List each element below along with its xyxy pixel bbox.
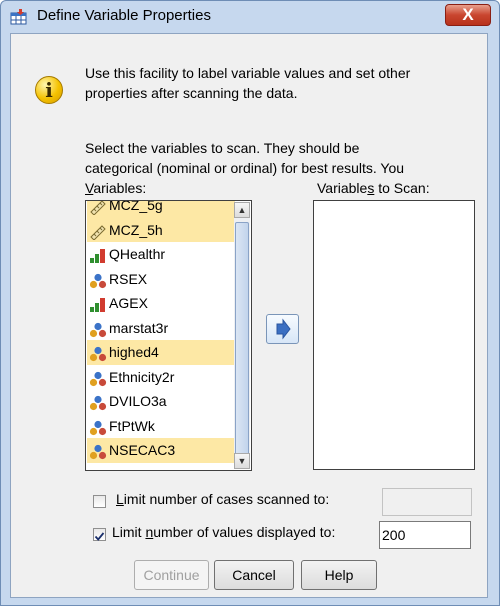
variable-item[interactable]: MCZ_5h (87, 217, 235, 242)
checkmark-icon (94, 532, 105, 541)
continue-button[interactable]: Continue (134, 560, 209, 590)
variable-name: MCZ_5g (109, 200, 163, 213)
variable-name: marstat3r (109, 319, 169, 336)
variable-item[interactable]: AGEX (87, 291, 235, 316)
scroll-down-arrow[interactable]: ▼ (234, 453, 250, 469)
nominal-measure-icon (89, 394, 107, 411)
arrow-right-icon (276, 318, 291, 340)
limit-cases-label: Limit number of cases scanned to: (116, 491, 330, 507)
variable-item[interactable]: DVILO3a (87, 389, 235, 414)
variable-item[interactable]: marstat3r (87, 316, 235, 341)
title-bar[interactable]: Define Variable Properties X (1, 1, 499, 33)
intro-line-1: Use this facility to label variable valu… (85, 65, 411, 81)
instructions-line-1: Select the variables to scan. They shoul… (85, 140, 360, 156)
variable-item[interactable]: NSECAC3 (87, 438, 235, 463)
close-icon: X (462, 5, 474, 24)
variable-name: AGEX (109, 295, 148, 311)
variable-name: MCZ_5h (109, 221, 163, 238)
variable-name: highed4 (109, 344, 159, 360)
help-button[interactable]: Help (301, 560, 377, 590)
variable-name: QHealthr (109, 246, 166, 262)
move-to-scan-button[interactable] (266, 314, 299, 344)
ordinal-measure-icon (89, 247, 107, 264)
instructions-line-2: categorical (nominal or ordinal) for bes… (85, 160, 405, 176)
scroll-thumb[interactable] (235, 222, 249, 462)
limit-cases-field[interactable] (382, 488, 472, 516)
variable-name: NSECAC3 (109, 442, 176, 458)
cancel-button[interactable]: Cancel (214, 560, 294, 590)
scale-measure-icon (89, 201, 107, 217)
scroll-up-arrow[interactable]: ▲ (234, 202, 250, 218)
variables-label: Variables: (85, 180, 147, 196)
info-icon: i (35, 76, 63, 104)
app-icon (10, 9, 28, 25)
variable-name: Ethnicity2r (109, 368, 175, 385)
nominal-measure-icon (89, 272, 107, 288)
scale-measure-icon (89, 223, 107, 241)
limit-cases-checkbox[interactable] (93, 495, 106, 508)
variable-item[interactable]: QHealthr (87, 242, 235, 267)
variable-name: RSEX (109, 270, 148, 287)
variables-list[interactable]: MCZ_5g MCZ_5h QHealthr RSEX AGEX marstat3r hig… (85, 200, 252, 471)
variables-to-scan-label: Variables to Scan: (317, 180, 430, 196)
ordinal-measure-icon (89, 296, 107, 313)
window-title: Define Variable Properties (37, 7, 211, 24)
variable-item[interactable]: Ethnicity2r (87, 365, 235, 390)
intro-line-2: properties after scanning the data. (85, 85, 298, 101)
nominal-measure-icon (89, 419, 107, 435)
variable-item[interactable]: MCZ_5g (87, 200, 235, 218)
nominal-measure-icon (89, 370, 107, 386)
variable-name: DVILO3a (109, 393, 167, 409)
variable-item[interactable]: FtPtWk (87, 414, 235, 439)
variables-scrollbar[interactable]: ▲ ▼ (234, 202, 250, 469)
nominal-measure-icon (89, 345, 107, 362)
limit-values-input[interactable]: 200 (379, 521, 471, 549)
nominal-measure-icon (89, 443, 107, 460)
variable-item[interactable]: RSEX (87, 267, 235, 292)
variables-to-scan-list[interactable] (313, 200, 475, 470)
variable-name: FtPtWk (109, 417, 155, 434)
variable-item[interactable]: highed4 (87, 340, 235, 365)
limit-values-checkbox[interactable] (93, 528, 106, 541)
nominal-measure-icon (89, 321, 107, 337)
limit-values-label: Limit number of values displayed to: (112, 524, 336, 540)
close-button[interactable]: X (445, 4, 491, 26)
dialog-window: Define Variable Properties X i Use this … (0, 0, 500, 606)
